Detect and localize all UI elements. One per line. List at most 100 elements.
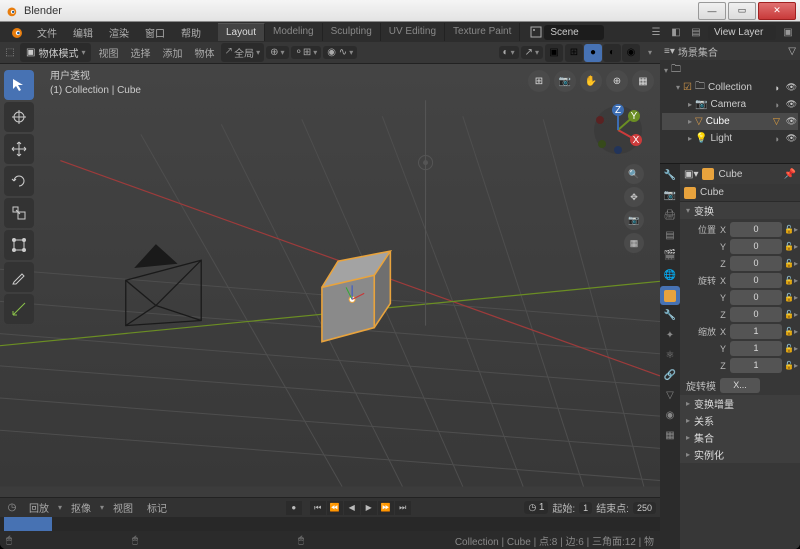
rot-z-field[interactable]: 0: [730, 307, 782, 322]
tool-transform[interactable]: [4, 230, 34, 260]
prop-tab-viewlayer[interactable]: ▤: [660, 226, 680, 245]
panel-transform[interactable]: ▾变换: [680, 202, 800, 219]
ortho-toggle-icon[interactable]: ▦: [632, 70, 654, 92]
prop-tab-data[interactable]: ▽: [660, 386, 680, 405]
ws-tab-sculpting[interactable]: Sculpting: [323, 23, 381, 41]
timeline-type-icon[interactable]: ◷: [4, 500, 20, 516]
orientation-dropdown[interactable]: 🡕 全局 ▾: [221, 43, 264, 62]
loc-x-field[interactable]: 0: [730, 222, 782, 237]
restrict-icon[interactable]: ◑: [770, 132, 783, 145]
eye-icon[interactable]: 👁: [785, 81, 798, 94]
scene-new-icon[interactable]: ☰: [648, 24, 664, 40]
tl-menu-marker[interactable]: 标记: [142, 498, 172, 517]
tool-rotate[interactable]: [4, 166, 34, 196]
autokey-icon[interactable]: ●: [286, 501, 302, 515]
pan-nav-icon[interactable]: ✥: [624, 187, 644, 207]
prop-tab-world[interactable]: 🌐: [660, 266, 680, 285]
prop-tab-constraint[interactable]: 🔗: [660, 366, 680, 385]
3d-viewport[interactable]: 用户透视 (1) Collection | Cube ⊞ 📷 ✋: [0, 64, 660, 497]
rot-x-field[interactable]: 0: [730, 273, 782, 288]
xray-toggle[interactable]: ▣: [545, 44, 563, 62]
lock-icon[interactable]: 🔓▸: [784, 327, 798, 336]
tool-annotate[interactable]: [4, 262, 34, 292]
outliner-type-icon[interactable]: ≡▾: [664, 46, 675, 57]
prop-tab-physics[interactable]: ⚛: [660, 346, 680, 365]
eye-icon[interactable]: 👁: [785, 98, 798, 111]
restrict-icon[interactable]: ▽: [770, 115, 783, 128]
ws-tab-uv[interactable]: UV Editing: [381, 23, 445, 41]
panel-delta[interactable]: ▸变换增量: [680, 395, 800, 412]
breadcrumb-text[interactable]: Cube: [700, 187, 724, 198]
loc-y-field[interactable]: 0: [730, 239, 782, 254]
menu-file[interactable]: 文件: [30, 23, 64, 42]
menu-edit[interactable]: 编辑: [66, 23, 100, 42]
vp-menu-select[interactable]: 选择: [125, 43, 155, 62]
shading-options-icon[interactable]: ▾: [642, 45, 658, 61]
menu-render[interactable]: 渲染: [102, 23, 136, 42]
layer-browse-icon[interactable]: ▤: [688, 24, 704, 40]
tree-scene-collection[interactable]: ▾🗀: [662, 62, 798, 79]
gizmo-toggle[interactable]: ↗ ▾: [521, 46, 543, 59]
close-button[interactable]: ✕: [758, 2, 796, 20]
menu-window[interactable]: 窗口: [138, 23, 172, 42]
pan-icon[interactable]: ✋: [580, 70, 602, 92]
tl-menu-playback[interactable]: 回放: [24, 498, 54, 517]
ws-tab-modeling[interactable]: Modeling: [265, 23, 323, 41]
panel-relations[interactable]: ▸关系: [680, 412, 800, 429]
lock-icon[interactable]: 🔓▸: [784, 361, 798, 370]
overlays-toggle[interactable]: ◐ ▾: [499, 46, 519, 59]
prop-tab-render[interactable]: 📷: [660, 186, 680, 205]
vp-menu-add[interactable]: 添加: [157, 43, 187, 62]
start-frame-field[interactable]: 1: [579, 502, 592, 514]
matprev-shading[interactable]: ◐: [603, 44, 621, 62]
pivot-point-dropdown[interactable]: ⊕ ▾: [266, 46, 288, 59]
scale-x-field[interactable]: 1: [730, 324, 782, 339]
restrict-icon[interactable]: ◑: [770, 81, 783, 94]
lock-icon[interactable]: 🔓▸: [784, 259, 798, 268]
panel-instancing[interactable]: ▸实例化: [680, 446, 800, 463]
eye-icon[interactable]: 👁: [785, 115, 798, 128]
scene-browse-icon[interactable]: [528, 24, 544, 40]
tree-collection[interactable]: ▾☑🗀 Collection ◑👁: [662, 79, 798, 96]
wireframe-shading[interactable]: ⊞: [565, 44, 583, 62]
menu-help[interactable]: 帮助: [174, 23, 208, 42]
tree-item-camera[interactable]: ▸📷 Camera ◑👁: [662, 96, 798, 113]
prop-tab-scene[interactable]: 🎬: [660, 246, 680, 265]
prop-tab-texture[interactable]: ▦: [660, 426, 680, 445]
snap-dropdown[interactable]: ⚬⊞ ▾: [291, 46, 322, 59]
tool-scale[interactable]: [4, 198, 34, 228]
tool-select-box[interactable]: [4, 70, 34, 100]
zoom-view-icon[interactable]: ⊕: [606, 70, 628, 92]
pin-icon[interactable]: 📌: [784, 169, 796, 180]
navigation-gizmo[interactable]: X Y Z: [590, 102, 646, 158]
rot-y-field[interactable]: 0: [730, 290, 782, 305]
ws-tab-layout[interactable]: Layout: [218, 23, 265, 41]
rotmode-field[interactable]: X...: [720, 378, 760, 393]
prop-tab-tool[interactable]: 🔧: [660, 166, 680, 185]
prop-tab-material[interactable]: ◉: [660, 406, 680, 425]
tool-move[interactable]: [4, 134, 34, 164]
prop-tab-particle[interactable]: ✦: [660, 326, 680, 345]
tool-measure[interactable]: [4, 294, 34, 324]
end-frame-field[interactable]: 250: [633, 502, 656, 514]
object-name-field[interactable]: Cube: [718, 169, 742, 180]
lock-icon[interactable]: 🔓▸: [784, 293, 798, 302]
vp-menu-view[interactable]: 视图: [93, 43, 123, 62]
jump-end-icon[interactable]: ⏭: [395, 501, 411, 515]
solid-shading[interactable]: ●: [584, 44, 602, 62]
tree-item-light[interactable]: ▸💡 Light ◑👁: [662, 130, 798, 147]
rendered-shading[interactable]: ◉: [622, 44, 640, 62]
loc-z-field[interactable]: 0: [730, 256, 782, 271]
keyframe-next-icon[interactable]: ⏩: [378, 501, 394, 515]
tool-cursor[interactable]: [4, 102, 34, 132]
prop-tab-modifier[interactable]: 🔧: [660, 306, 680, 325]
play-reverse-icon[interactable]: ◀: [344, 501, 360, 515]
proportional-dropdown[interactable]: ◉ ∿ ▾: [323, 46, 357, 59]
ws-tab-texture[interactable]: Texture Paint: [445, 23, 520, 41]
scale-y-field[interactable]: 1: [730, 341, 782, 356]
zoom-in-icon[interactable]: 🔍: [624, 164, 644, 184]
view-layer-field[interactable]: View Layer: [708, 25, 776, 40]
eye-icon[interactable]: 👁: [785, 132, 798, 145]
tl-menu-view[interactable]: 视图: [108, 498, 138, 517]
minimize-button[interactable]: —: [698, 2, 726, 20]
